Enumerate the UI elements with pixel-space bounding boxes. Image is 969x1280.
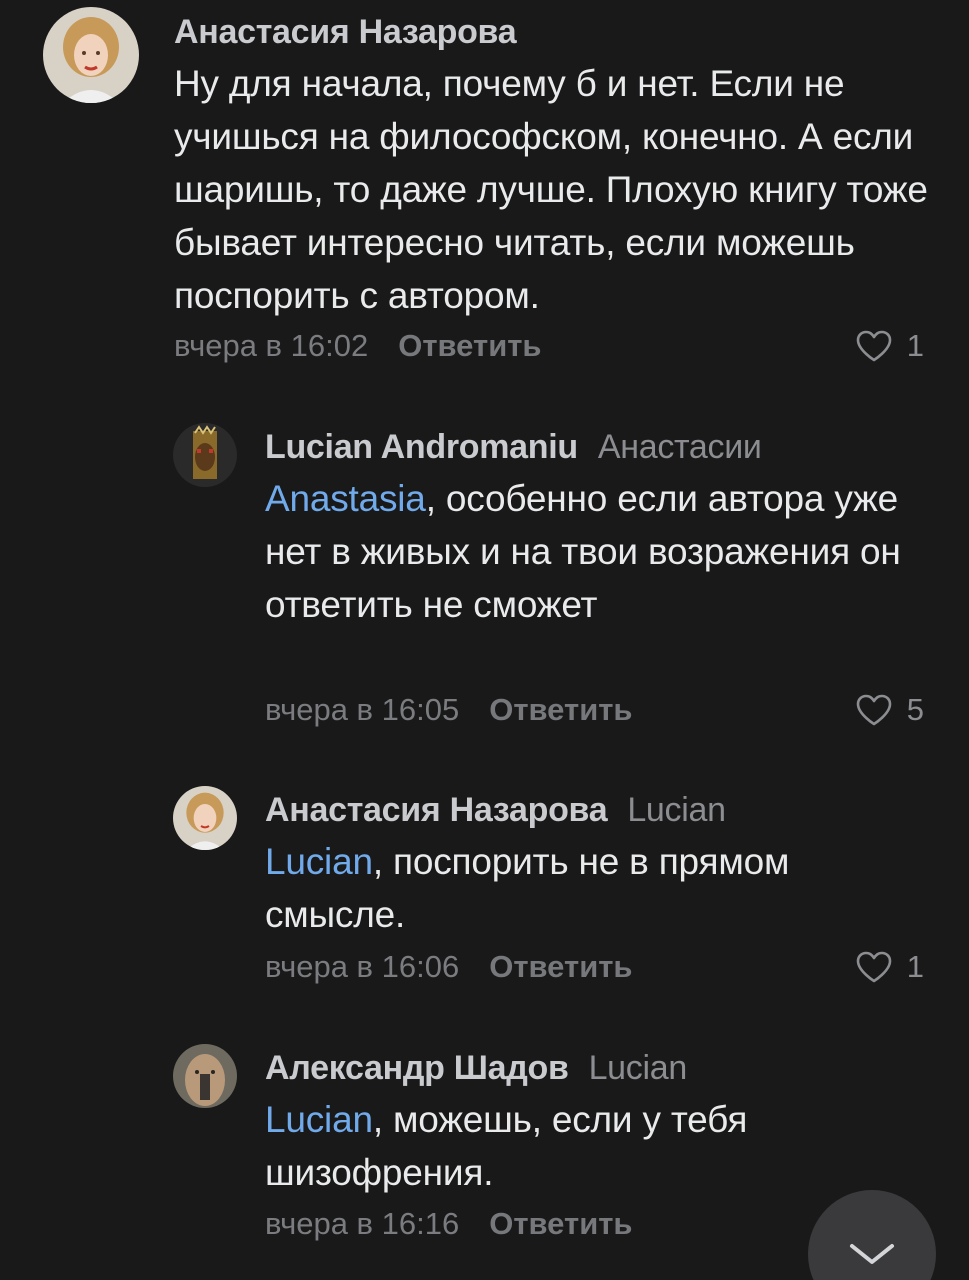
comment-time: вчера в 16:16 [265, 1206, 460, 1241]
reply-button[interactable]: Ответить [489, 1206, 632, 1241]
comment-text: Lucian, можешь, если у тебя шизофрения. [265, 1099, 748, 1193]
chevron-down-icon [850, 1244, 894, 1264]
reply-to[interactable]: Lucian [627, 791, 726, 829]
comment-time: вчера в 16:05 [265, 692, 460, 727]
comment-time: вчера в 16:02 [174, 328, 369, 363]
comment-time: вчера в 16:06 [265, 949, 460, 984]
mention-link[interactable]: Lucian [265, 841, 373, 882]
reply-button[interactable]: Ответить [489, 692, 632, 727]
author-name[interactable]: Анастасия Назарова [265, 791, 608, 829]
like-count: 5 [906, 692, 924, 727]
avatar[interactable] [173, 786, 237, 850]
like-button[interactable]: 5 [855, 690, 924, 730]
author-name[interactable]: Анастасия Назарова [174, 13, 517, 51]
like-count: 1 [906, 328, 924, 363]
comment-text: Anastasia, особенно если автора уже нет … [265, 478, 901, 625]
avatar[interactable] [173, 1044, 237, 1108]
comment-text: Ну для начала, почему б и нет. Если не у… [174, 63, 928, 316]
heart-icon [856, 330, 892, 362]
comment-text: Lucian, поспорить не в прямом смысле. [265, 841, 790, 935]
mention-link[interactable]: Anastasia [265, 478, 426, 519]
heart-icon [856, 694, 892, 726]
author-name[interactable]: Александр Шадов [265, 1049, 569, 1087]
author-name[interactable]: Lucian Andromaniu [265, 428, 578, 466]
like-count: 1 [906, 949, 924, 984]
scroll-down-button[interactable] [808, 1190, 936, 1280]
avatar[interactable] [173, 423, 237, 487]
like-button[interactable]: 1 [855, 947, 924, 987]
reply-button[interactable]: Ответить [398, 328, 541, 363]
reply-button[interactable]: Ответить [489, 949, 632, 984]
heart-icon [856, 951, 892, 983]
mention-link[interactable]: Lucian [265, 1099, 373, 1140]
reply-to[interactable]: Анастасии [598, 428, 762, 466]
reply-to[interactable]: Lucian [589, 1049, 688, 1087]
like-button[interactable]: 1 [855, 326, 924, 366]
avatar[interactable] [43, 7, 139, 103]
